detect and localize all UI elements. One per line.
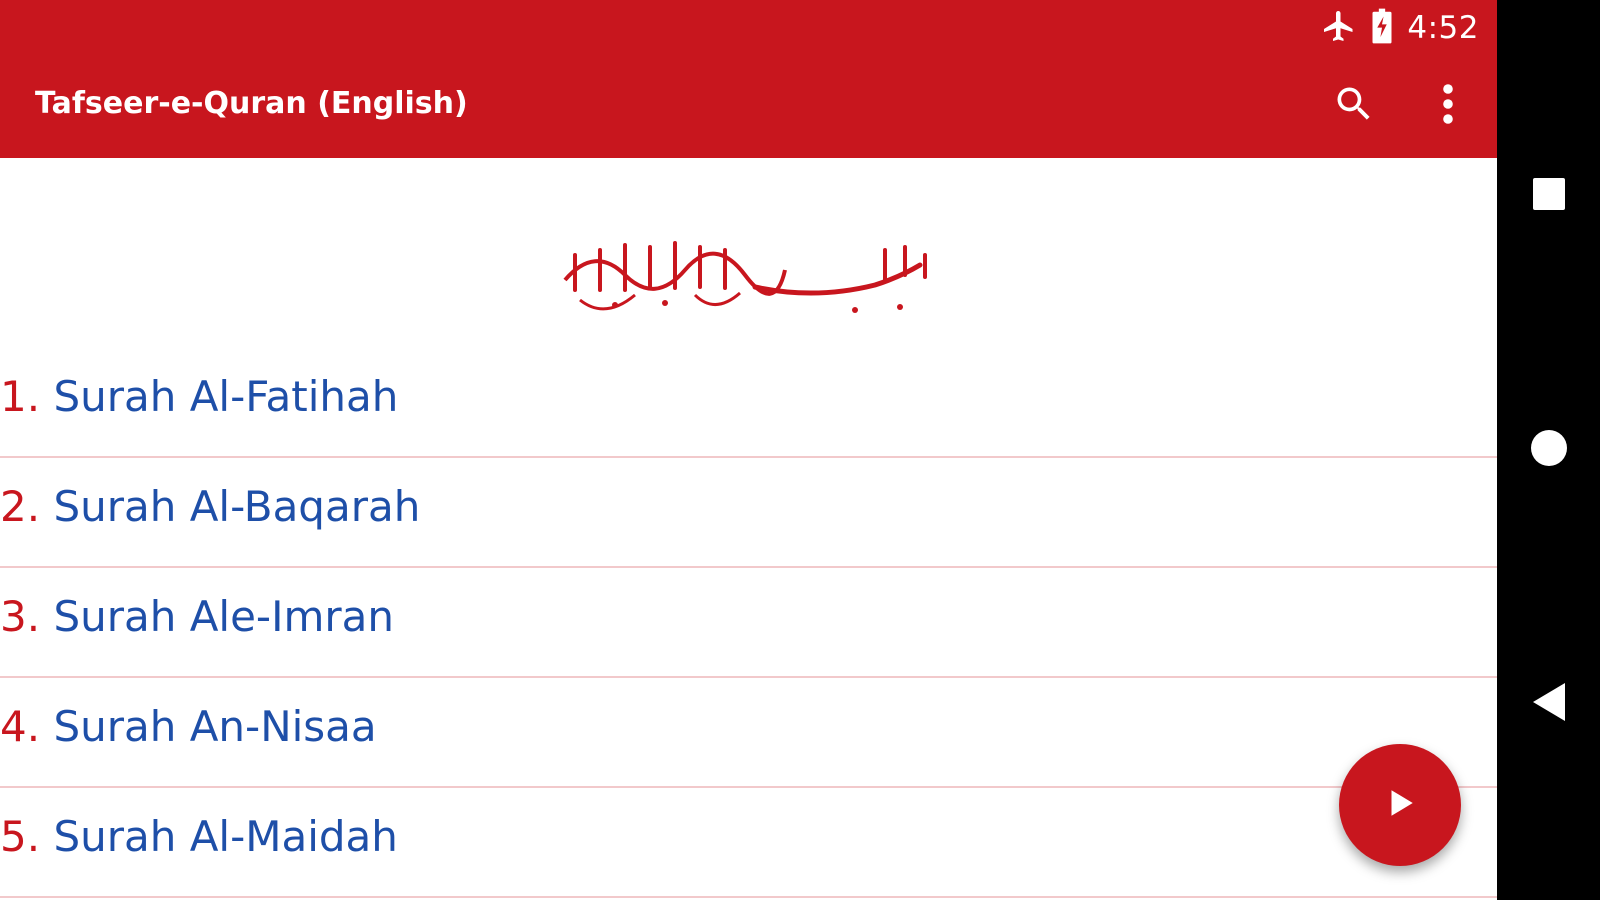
system-nav-bar xyxy=(1497,0,1600,900)
surah-list-item[interactable]: 5. Surah Al-Maidah xyxy=(0,788,1497,898)
back-triangle-icon xyxy=(1531,682,1567,726)
airplane-icon xyxy=(1321,8,1357,48)
surah-number: 2. xyxy=(0,482,41,531)
surah-label: 4. Surah An-Nisaa xyxy=(0,702,377,751)
surah-name: Surah Al-Fatihah xyxy=(53,372,399,421)
surah-number: 5. xyxy=(0,812,41,861)
surah-name: Surah Ale-Imran xyxy=(53,592,395,641)
back-button[interactable] xyxy=(1517,672,1581,736)
surah-list-item[interactable]: 2. Surah Al-Baqarah xyxy=(0,458,1497,568)
surah-list-item[interactable]: 3. Surah Ale-Imran xyxy=(0,568,1497,678)
surah-name: Surah Al-Maidah xyxy=(53,812,398,861)
surah-list-item[interactable]: 4. Surah An-Nisaa xyxy=(0,678,1497,788)
recents-button[interactable] xyxy=(1517,164,1581,228)
search-button[interactable] xyxy=(1326,78,1382,134)
toolbar-title: Tafseer-e-Quran (English) xyxy=(35,86,468,121)
search-icon xyxy=(1332,82,1376,130)
bismillah-calligraphy xyxy=(555,225,945,325)
surah-number: 1. xyxy=(0,372,41,421)
surah-label: 3. Surah Ale-Imran xyxy=(0,592,394,641)
surah-number: 4. xyxy=(0,702,41,751)
surah-label: 2. Surah Al-Baqarah xyxy=(0,482,420,531)
status-clock: 4:52 xyxy=(1407,10,1479,46)
overflow-menu-button[interactable] xyxy=(1420,78,1476,134)
battery-charging-icon xyxy=(1369,7,1395,49)
surah-number: 3. xyxy=(0,592,41,641)
surah-name: Surah Al-Baqarah xyxy=(53,482,421,531)
surah-list: 1. Surah Al-Fatihah 2. Surah Al-Baqarah … xyxy=(0,348,1497,898)
recents-square-icon xyxy=(1532,177,1566,215)
app-bar: 4:52 Tafseer-e-Quran (English) xyxy=(0,0,1497,158)
status-bar: 4:52 xyxy=(1321,6,1479,50)
surah-name: Surah An-Nisaa xyxy=(53,702,377,751)
surah-label: 1. Surah Al-Fatihah xyxy=(0,372,398,421)
surah-label: 5. Surah Al-Maidah xyxy=(0,812,398,861)
app-screen: 4:52 Tafseer-e-Quran (English) 1. Surah … xyxy=(0,0,1497,900)
more-vert-icon xyxy=(1442,83,1454,129)
home-circle-icon xyxy=(1530,429,1568,471)
home-button[interactable] xyxy=(1517,418,1581,482)
play-fab-button[interactable] xyxy=(1339,744,1461,866)
play-icon xyxy=(1383,786,1417,824)
surah-list-item[interactable]: 1. Surah Al-Fatihah xyxy=(0,348,1497,458)
